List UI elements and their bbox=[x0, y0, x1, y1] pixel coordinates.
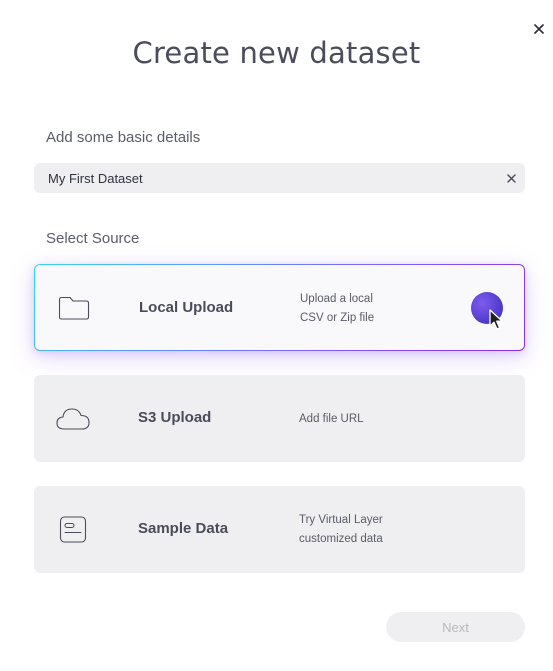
source-option-sample-data[interactable]: Sample Data Try Virtual Layer customized… bbox=[34, 486, 525, 573]
source-option-description: Upload a local CSV or Zip file bbox=[300, 290, 440, 328]
source-option-description: Add file URL bbox=[299, 410, 439, 429]
description-line: Try Virtual Layer bbox=[299, 514, 383, 526]
description-line: CSV or Zip file bbox=[300, 312, 375, 324]
source-option-s3-upload[interactable]: S3 Upload Add file URL bbox=[34, 375, 525, 462]
description-line: customized data bbox=[299, 533, 383, 545]
source-option-title: Sample Data bbox=[138, 520, 229, 537]
cloud-icon bbox=[56, 408, 90, 430]
folder-icon bbox=[58, 296, 90, 320]
source-option-title: Local Upload bbox=[139, 299, 234, 316]
details-label: Add some basic details bbox=[46, 129, 201, 146]
source-option-title: S3 Upload bbox=[138, 409, 212, 426]
source-label: Select Source bbox=[46, 230, 140, 247]
source-option-local-upload[interactable]: Local Upload Upload a local CSV or Zip f… bbox=[34, 264, 525, 351]
clear-name-button[interactable] bbox=[497, 163, 525, 193]
dataset-name-input[interactable] bbox=[34, 163, 497, 193]
next-button[interactable]: Next bbox=[386, 612, 525, 642]
mouse-pointer-icon bbox=[489, 309, 503, 330]
source-option-description: Try Virtual Layer customized data bbox=[299, 511, 439, 549]
description-line: Add file URL bbox=[299, 413, 364, 425]
dialog-title: Create new dataset bbox=[132, 36, 421, 70]
dataset-name-field bbox=[34, 163, 525, 193]
description-line: Upload a local bbox=[300, 293, 373, 305]
clear-icon bbox=[506, 173, 516, 183]
close-icon bbox=[534, 24, 544, 34]
document-icon bbox=[59, 516, 87, 543]
